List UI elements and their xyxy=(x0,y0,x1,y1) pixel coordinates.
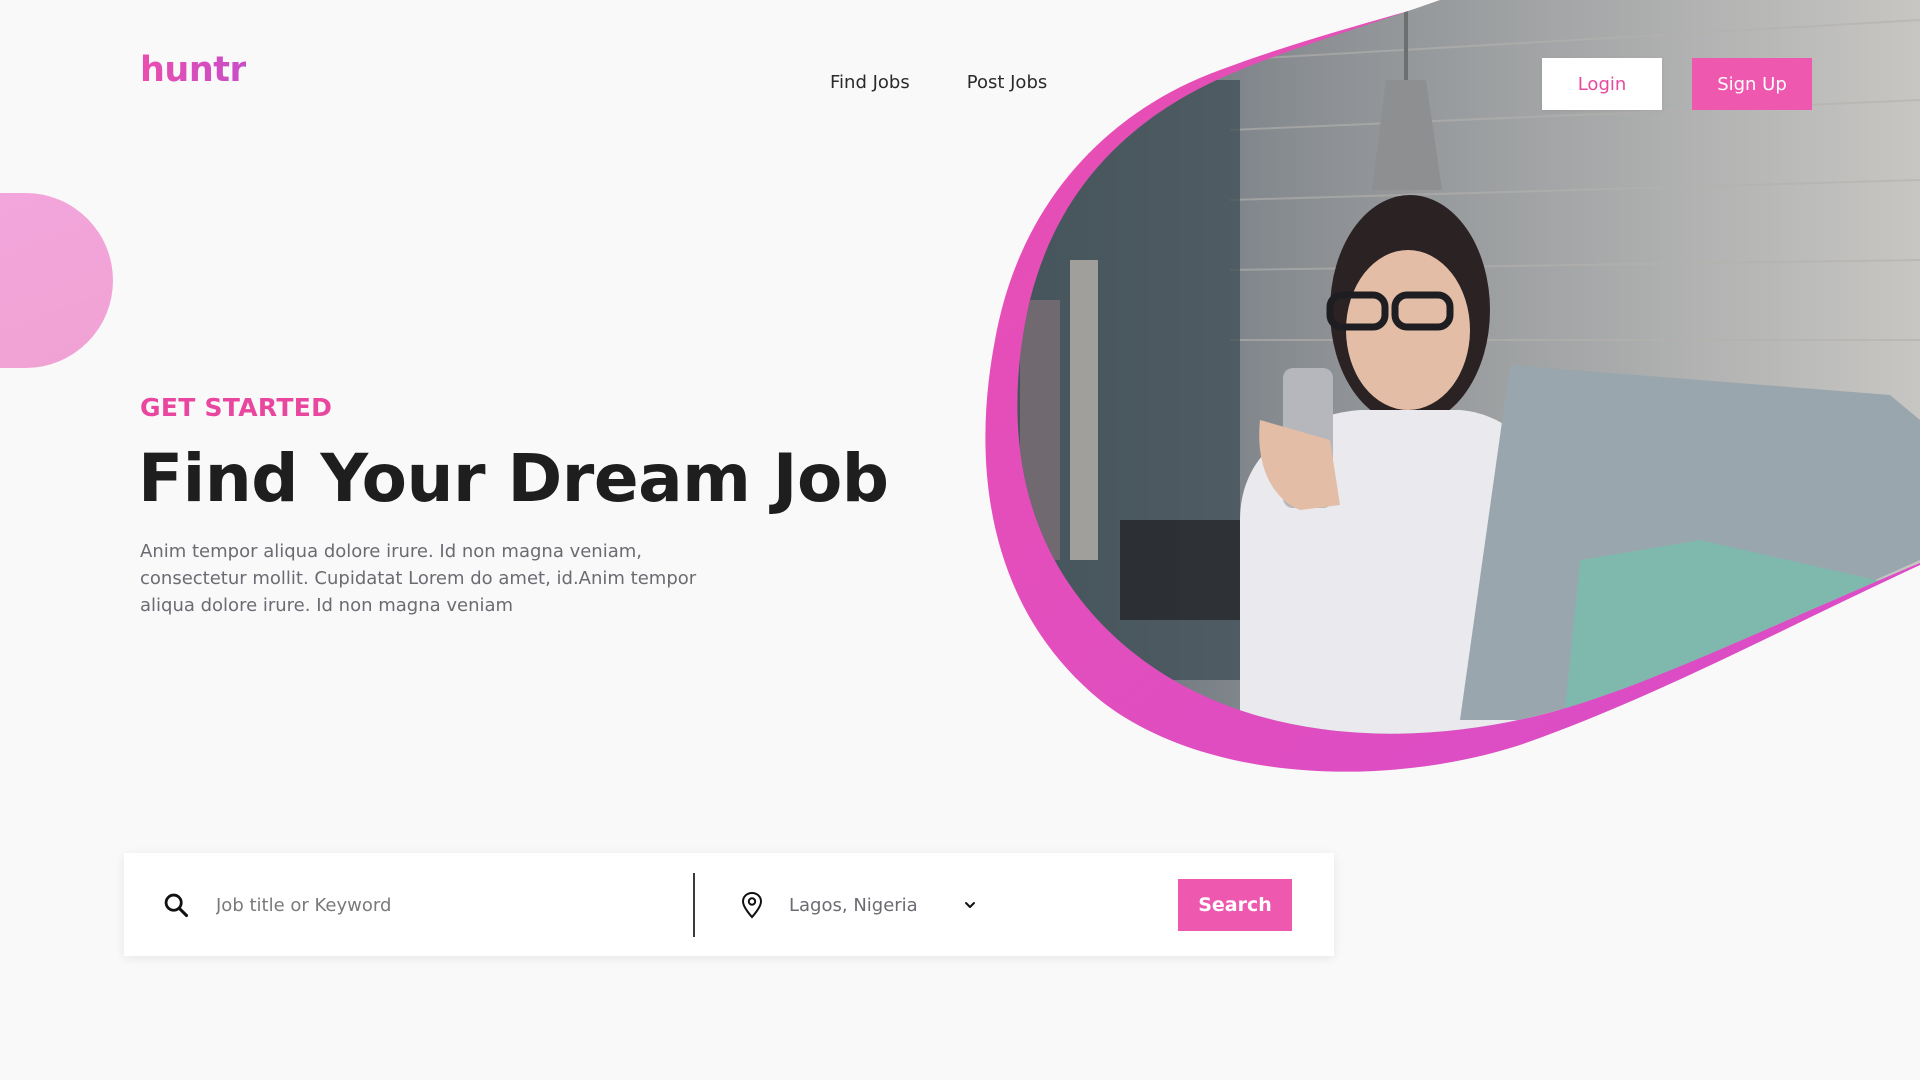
location-select[interactable]: Lagos, Nigeria xyxy=(789,883,989,927)
page-title: Find Your Dream Job xyxy=(138,440,889,517)
keyword-input[interactable] xyxy=(216,883,676,927)
job-search-bar: Lagos, Nigeria Search xyxy=(124,853,1334,956)
search-divider xyxy=(693,873,695,937)
map-pin-icon xyxy=(741,891,763,919)
signup-button[interactable]: Sign Up xyxy=(1692,58,1812,110)
chevron-down-icon[interactable] xyxy=(962,897,978,913)
logo[interactable]: huntr xyxy=(140,50,247,90)
hero-description: Anim tempor aliqua dolore irure. Id non … xyxy=(140,541,697,616)
login-button[interactable]: Login xyxy=(1542,58,1662,110)
nav-item-post-jobs[interactable]: Post Jobs xyxy=(967,72,1048,93)
nav-item-find-jobs[interactable]: Find Jobs xyxy=(830,72,910,93)
main-nav: Find Jobs Post Jobs xyxy=(830,72,1047,93)
search-button[interactable]: Search xyxy=(1178,879,1292,931)
landing-page: huntr Find Jobs Post Jobs Login Sign Up … xyxy=(0,0,1920,1080)
search-icon xyxy=(164,893,189,918)
eyebrow-label: GET STARTED xyxy=(140,393,333,422)
